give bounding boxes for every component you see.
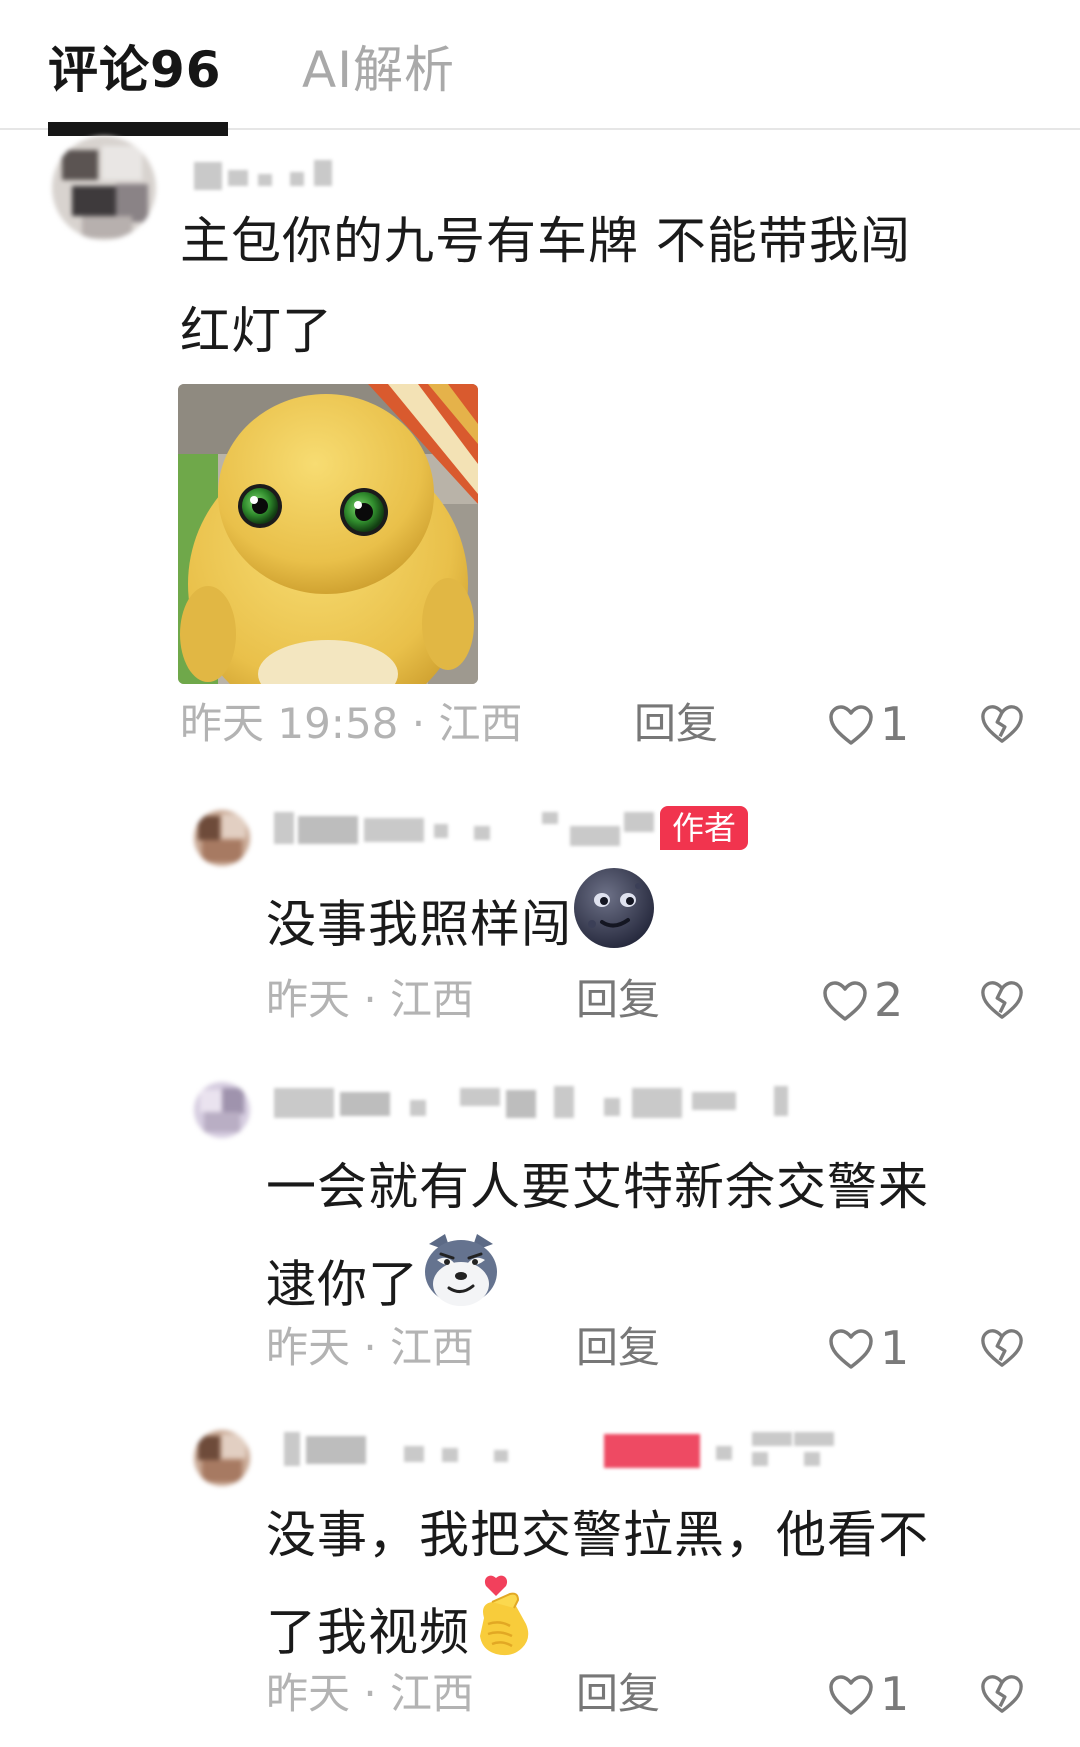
comment-text-line-1: 没事，我把交警拉黑，他看不 <box>266 1506 929 1564</box>
comment-text: 没事，我把交警拉黑，他看不 了我视频 <box>266 1490 1066 1692</box>
like-button[interactable]: 1 <box>828 1664 928 1724</box>
comment-text-line-2: 了我视频 <box>266 1603 470 1662</box>
comment-meta: 昨天 · 江西 <box>266 1664 474 1724</box>
finger-heart-emoji-icon <box>470 1574 540 1686</box>
reply-item: 没事，我把交警拉黑，他看不 了我视频 昨天 · 江西 回复 1 <box>0 0 1080 1747</box>
dislike-button[interactable] <box>980 1672 1024 1716</box>
like-count: 1 <box>880 1667 910 1721</box>
reply-button[interactable]: 回复 <box>576 1664 660 1724</box>
avatar[interactable] <box>194 1430 250 1486</box>
comment-time-location: 昨天 · 江西 <box>266 1669 475 1718</box>
username-blurred[interactable] <box>274 1432 914 1468</box>
broken-heart-icon <box>981 1675 1023 1713</box>
heart-icon <box>829 1675 873 1715</box>
